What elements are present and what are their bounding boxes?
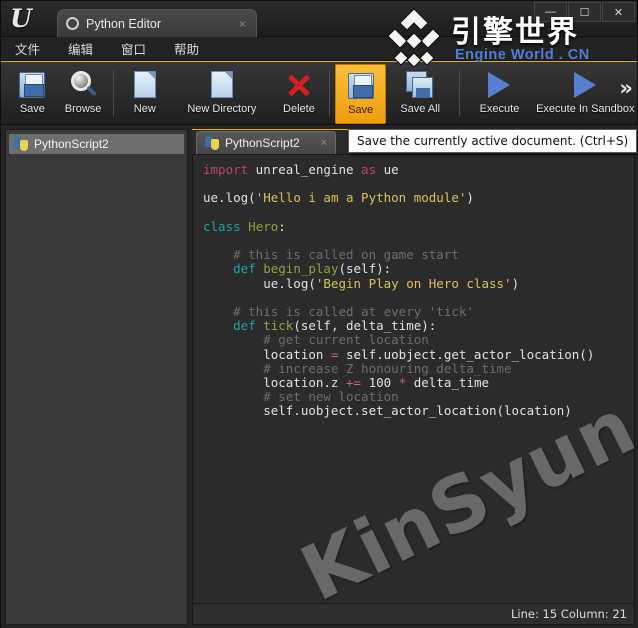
toolbar-button-new-label: New [133,103,156,115]
toolbar-button-save-all[interactable]: Save All [386,64,454,124]
minimize-button[interactable]: — [534,2,567,22]
menu-item-help[interactable]: 帮助 [174,37,211,60]
toolbar-button-execute[interactable]: Execute [465,64,533,124]
chevron-double-right-icon[interactable]: » [619,78,633,99]
magnifier-icon [69,68,97,101]
window-tab-python-editor[interactable]: Python Editor × [57,9,257,37]
toolbar-button-save[interactable]: Save [7,64,58,124]
floppy-disk-icon [347,69,374,102]
toolbar-button-new-directory[interactable]: New Directory [170,64,273,124]
floppy-disk-icon [19,68,46,101]
tooltip-save: Save the currently active document. (Ctr… [348,129,638,153]
window-controls: — ☐ ✕ [534,2,635,22]
toolbar-separator [329,70,331,116]
toolbar-button-delete[interactable]: Delete [274,64,325,124]
play-triangle-icon [488,68,511,101]
window-tab-label: Python Editor [86,16,162,31]
toolbar: Save Browse New New Directory Delete Sav… [1,61,637,125]
title-bar: U Python Editor × — ☐ ✕ [1,1,637,37]
close-button[interactable]: ✕ [602,2,635,22]
sidebar-item-label: PythonScript2 [34,137,109,151]
menu-bar: 文件 编辑 窗口 帮助 [1,37,637,61]
toolbar-button-browse[interactable]: Browse [58,64,109,124]
toolbar-button-save-all-label: Save All [400,103,441,115]
red-x-icon [286,68,312,101]
python-editor-window: U Python Editor × — ☐ ✕ 文件 编辑 窗口 帮助 Save… [0,0,638,628]
code-text[interactable]: import unreal_engine as ue ue.log('Hello… [193,155,634,427]
cursor-position-status: Line: 15 Column: 21 [511,607,627,621]
toolbar-button-browse-label: Browse [64,103,102,115]
toolbar-separator [459,70,461,116]
document-icon [210,68,233,101]
toolbar-button-save-active-label: Save [348,104,374,116]
play-triangle-icon [574,68,597,101]
document-icon [133,68,156,101]
status-bar: Line: 15 Column: 21 [192,604,635,625]
toolbar-button-execute-label: Execute [479,103,520,115]
close-icon[interactable]: × [321,137,327,149]
menu-item-edit[interactable]: 编辑 [68,37,105,60]
toolbar-button-save-label: Save [19,103,45,115]
editor-panel: PythonScript2 × import unreal_engine as … [192,129,635,625]
unreal-engine-logo-icon: U [10,4,32,33]
maximize-button[interactable]: ☐ [568,2,601,22]
code-editor[interactable]: import unreal_engine as ue ue.log('Hello… [192,154,635,604]
python-icon [14,137,28,151]
editor-tab-pythonscript2[interactable]: PythonScript2 × [196,131,336,154]
sidebar-item-pythonscript2[interactable]: PythonScript2 [9,134,184,154]
toolbar-separator [113,70,115,116]
toolbar-button-save-active[interactable]: Save [335,64,387,124]
toolbar-button-new-directory-label: New Directory [187,103,257,115]
floppy-disk-stack-icon [406,68,434,101]
menu-item-window[interactable]: 窗口 [121,37,158,60]
circle-icon [66,17,79,30]
toolbar-button-delete-label: Delete [283,103,315,115]
python-icon [205,136,219,150]
script-list-panel: PythonScript2 [5,129,188,625]
menu-item-file[interactable]: 文件 [15,37,52,60]
main-area: PythonScript2 PythonScript2 × import unr… [1,125,638,628]
toolbar-button-new[interactable]: New [119,64,170,124]
close-icon[interactable]: × [237,17,248,31]
toolbar-button-execute-in-sandbox-label: Execute In Sandbox [536,103,635,115]
editor-tab-label: PythonScript2 [225,136,300,150]
